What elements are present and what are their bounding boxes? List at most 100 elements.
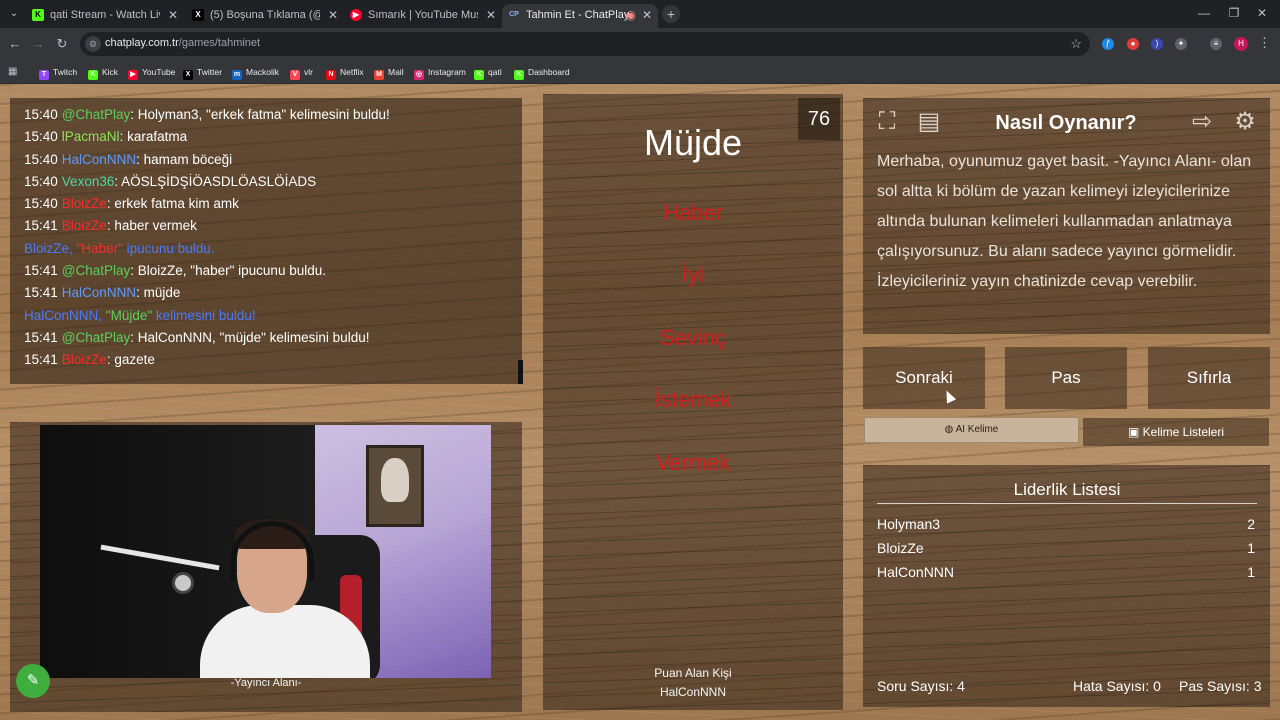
site-info-icon[interactable]: ⚙ <box>85 36 101 52</box>
youtube-icon: ▶ <box>128 70 138 80</box>
chat-username[interactable]: HalConNNN <box>62 152 136 167</box>
player-name: BloizZe <box>877 540 924 556</box>
chat-text: : BloizZe, "haber" ipucunu buldu. <box>130 263 326 279</box>
back-icon[interactable]: ← <box>7 36 23 51</box>
apps-grid-icon[interactable]: ▦ <box>8 66 20 78</box>
chat-text: : haber vermek <box>106 218 197 234</box>
forward-icon[interactable]: → <box>30 36 46 51</box>
player-name: Holyman3 <box>877 516 941 532</box>
bookmark-kick[interactable]: K Kick <box>88 64 118 80</box>
tab-twitter[interactable]: X (5) Boşuna Tıklama (@bosunat ✕ <box>186 4 344 28</box>
bookmark-star-icon[interactable]: ☆ <box>1070 36 1082 52</box>
bookmark-label: qati <box>488 67 502 77</box>
system-text: BloizZe, <box>24 240 77 256</box>
chat-username[interactable]: BloizZe <box>62 352 107 367</box>
chat-text: : karafatma <box>119 129 188 145</box>
pen-icon[interactable]: ✎ <box>16 664 50 698</box>
bookmark-mackolik[interactable]: m Mackolik <box>232 64 279 80</box>
chat-username[interactable]: BloizZe <box>62 196 107 211</box>
tab-youtube-music[interactable]: ▶ Sımarık | YouTube Music ✕ <box>344 4 502 28</box>
chat-text: : HalConNNN, "müjde" kelimesini buldu! <box>130 329 370 345</box>
bookmark-netflix[interactable]: N Netflix <box>326 64 364 80</box>
system-text: "Haber" <box>76 240 123 256</box>
kebab-menu-icon[interactable]: ⋮ <box>1258 35 1271 51</box>
window-close-icon[interactable]: ✕ <box>1252 6 1272 20</box>
chat-message: 15:40 @ChatPlay: Holyman3, "erkek fatma" … <box>24 104 508 126</box>
restore-icon[interactable]: ❐ <box>1224 6 1244 20</box>
bookmark-twitter[interactable]: X Twitter <box>183 64 222 80</box>
word-lists-button[interactable]: ▣ Kelime Listeleri <box>1083 418 1269 446</box>
address-bar[interactable]: ⚙ chatplay.com.tr/games/tahminet ☆ <box>80 32 1090 56</box>
chat-username[interactable]: HalConNNN <box>62 285 136 300</box>
bookmark-label: Instagram <box>428 67 466 77</box>
next-button[interactable]: Sonraki <box>863 347 985 409</box>
bookmark-mail[interactable]: M Mail <box>374 64 404 80</box>
ai-word-button[interactable]: ◍ AI Kelime <box>864 417 1079 443</box>
chat-time: 15:41 <box>24 329 58 345</box>
minimize-icon[interactable]: — <box>1194 6 1214 20</box>
extension-icon[interactable]: ) <box>1151 38 1163 50</box>
chat-text: : gazete <box>106 352 155 368</box>
tab-title: (5) Boşuna Tıklama (@bosunat <box>210 9 320 21</box>
chat-username[interactable]: Vexon36 <box>62 174 115 189</box>
exit-icon[interactable]: ⇨ <box>1184 104 1220 140</box>
chat-username[interactable]: BloizZe <box>62 218 107 233</box>
close-icon[interactable]: ✕ <box>168 4 178 26</box>
mail-icon: M <box>374 70 384 80</box>
chat-username[interactable]: @ChatPlay <box>62 263 130 278</box>
chat-text: : hamam böceği <box>136 151 233 167</box>
bookmark-vlr[interactable]: Vvlr <box>290 64 313 80</box>
chat-panel: 15:40 @ChatPlay: Holyman3, "erkek fatma" … <box>10 98 522 384</box>
extension-icon[interactable]: ● <box>1127 38 1139 50</box>
chat-username[interactable]: @ChatPlay <box>62 107 130 122</box>
youtube-music-icon: ▶ <box>350 9 362 21</box>
bookmark-label: Mail <box>388 67 404 77</box>
leaderboard-panel <box>863 465 1270 707</box>
fullscreen-icon[interactable]: ⛶ <box>869 104 905 140</box>
tab-title: qati Stream - Watch Live on Kick <box>50 9 160 21</box>
tab-kick-stream[interactable]: K qati Stream - Watch Live on Kick ✕ <box>26 4 184 28</box>
bookmark-instagram[interactable]: ◎ Instagram <box>414 64 466 80</box>
bookmark-qati[interactable]: Kqati <box>474 64 502 80</box>
taboo-word: Vermek <box>655 450 731 475</box>
player-name: HalConNNN <box>877 564 955 580</box>
ai-word-label: AI Kelime <box>955 424 999 435</box>
close-icon[interactable]: ✕ <box>486 4 496 26</box>
reading-list-icon[interactable]: ≡ <box>1210 38 1222 50</box>
error-count: Hata Sayısı: 0 <box>1073 678 1161 694</box>
tab-title: Tahmin Et - ChatPlay <box>526 9 630 21</box>
new-tab-button[interactable]: + <box>662 5 680 23</box>
close-icon[interactable]: ✕ <box>328 4 338 26</box>
reset-button[interactable]: Sıfırla <box>1148 347 1270 409</box>
bookmark-youtube[interactable]: ▶ YouTube <box>128 64 175 80</box>
chat-time: 15:40 <box>24 196 58 212</box>
system-text: HalConNNN, <box>24 307 106 323</box>
bookmark-twitch[interactable]: T Twitch <box>39 64 77 80</box>
extension-icon[interactable]: ƒ <box>1102 38 1114 50</box>
url-text[interactable]: chatplay.com.tr/games/tahminet <box>105 37 260 49</box>
notes-icon[interactable]: ▤ <box>911 104 947 140</box>
vlr-icon: V <box>290 70 300 80</box>
player-score: 1 <box>1247 564 1255 580</box>
kick-icon: K <box>32 9 44 21</box>
chat-scrollbar[interactable] <box>518 360 523 384</box>
pass-button[interactable]: Pas <box>1005 347 1127 409</box>
chat-message: 15:41 @ChatPlay: HalConNNN, "müjde" kelim… <box>24 327 508 349</box>
webcam-feed <box>40 425 491 678</box>
pass-count: Pas Sayısı: 3 <box>1179 678 1262 694</box>
clipboard-icon: ▣ <box>1127 425 1143 439</box>
chat-username[interactable]: @ChatPlay <box>62 330 130 345</box>
gear-icon[interactable]: ⚙ <box>1227 104 1263 140</box>
chat-username[interactable]: lPacmaNl <box>62 129 120 144</box>
chat-time: 15:41 <box>24 285 58 301</box>
kick-icon: K <box>88 70 98 80</box>
bookmark-dashboard[interactable]: K Dashboard <box>514 64 570 80</box>
reload-icon[interactable]: ↻ <box>54 36 70 52</box>
close-icon[interactable]: ✕ <box>642 4 652 26</box>
tab-chatplay[interactable]: CP Tahmin Et - ChatPlay ◉ ✕ <box>502 4 658 28</box>
puzzle-icon[interactable]: ✦ <box>1175 38 1187 50</box>
chat-text: : erkek fatma kim amk <box>106 196 239 212</box>
profile-avatar[interactable]: H <box>1234 37 1248 51</box>
chat-text: : AÖSLŞİDŞİÖASDLÖASLÖİADS <box>114 173 317 189</box>
tab-search-icon[interactable]: ⌄ <box>6 6 22 22</box>
